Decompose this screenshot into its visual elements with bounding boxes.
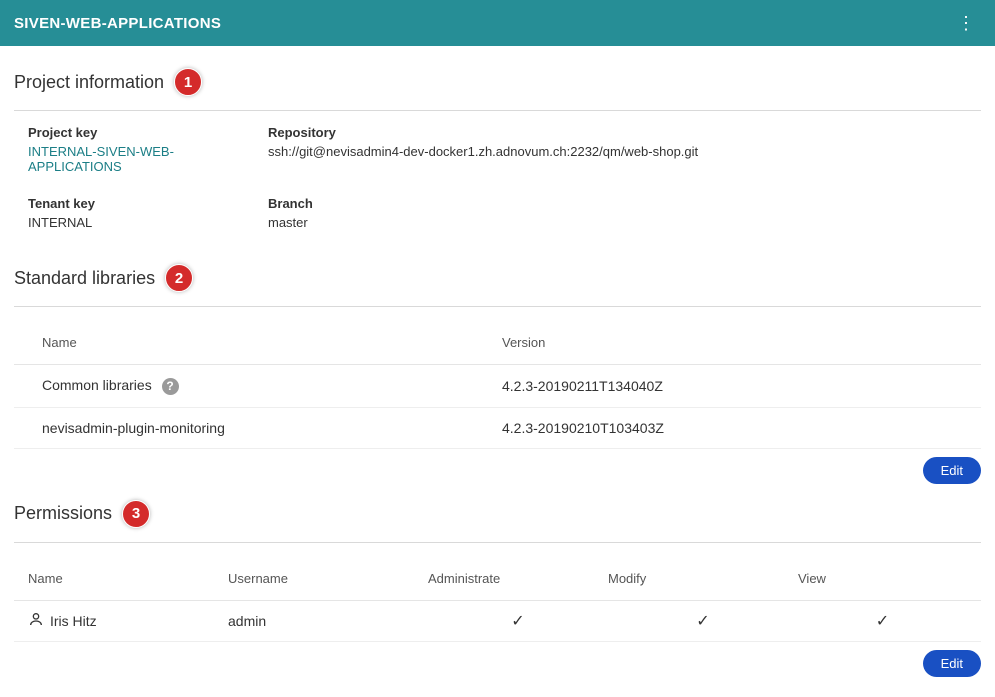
repository-label: Repository: [268, 125, 967, 140]
permissions-col-view: View: [798, 571, 967, 586]
tenant-key-label: Tenant key: [28, 196, 248, 211]
permission-modify-cell: ✓: [608, 611, 798, 631]
annotation-badge-1: 1: [174, 68, 202, 96]
edit-button[interactable]: Edit: [923, 650, 981, 677]
divider: [14, 306, 981, 307]
check-icon: ✓: [696, 613, 709, 630]
project-info-heading: Project information: [14, 72, 164, 93]
main-content: Project information 1 Project key INTERN…: [0, 68, 995, 697]
app-header: SIVEN-WEB-APPLICATIONS ⋮: [0, 0, 995, 46]
library-name: Common libraries: [42, 377, 152, 393]
person-icon: [28, 611, 44, 630]
annotation-badge-2: 2: [165, 264, 193, 292]
more-menu-icon[interactable]: ⋮: [953, 10, 979, 36]
check-icon: ✓: [511, 613, 524, 630]
library-name-cell: nevisadmin-plugin-monitoring: [42, 420, 502, 436]
permissions-heading: Permissions: [14, 503, 112, 524]
project-info-heading-row: Project information 1: [14, 68, 981, 96]
header-title: SIVEN-WEB-APPLICATIONS: [14, 15, 221, 32]
library-name-cell: Common libraries ?: [42, 377, 502, 395]
edit-button[interactable]: Edit: [923, 457, 981, 484]
permissions-col-modify: Modify: [608, 571, 798, 586]
libraries-col-version: Version: [502, 335, 953, 350]
check-icon: ✓: [876, 613, 889, 630]
project-key-field: Project key INTERNAL-SIVEN-WEB-APPLICATI…: [28, 125, 248, 174]
permission-name-cell: Iris Hitz: [28, 611, 228, 630]
library-name: nevisadmin-plugin-monitoring: [42, 420, 225, 436]
branch-label: Branch: [268, 196, 967, 211]
libraries-table-header: Name Version: [14, 321, 981, 365]
table-row: Common libraries ? 4.2.3-20190211T134040…: [14, 365, 981, 408]
branch-field: Branch master: [268, 196, 967, 230]
divider: [14, 110, 981, 111]
table-row: Iris Hitz admin ✓ ✓ ✓: [14, 601, 981, 642]
project-key-value[interactable]: INTERNAL-SIVEN-WEB-APPLICATIONS: [28, 144, 248, 174]
permission-view-cell: ✓: [798, 611, 967, 631]
table-row: nevisadmin-plugin-monitoring 4.2.3-20190…: [14, 408, 981, 449]
permissions-heading-row: Permissions 3: [14, 500, 981, 528]
libraries-edit-row: Edit: [14, 449, 981, 484]
help-icon[interactable]: ?: [162, 378, 179, 395]
branch-value: master: [268, 215, 967, 230]
tenant-key-value: INTERNAL: [28, 215, 248, 230]
annotation-badge-3: 3: [122, 500, 150, 528]
project-key-label: Project key: [28, 125, 248, 140]
permissions-col-administrate: Administrate: [428, 571, 608, 586]
permission-username-cell: admin: [228, 613, 428, 629]
permission-name: Iris Hitz: [50, 613, 97, 629]
repository-value: ssh://git@nevisadmin4-dev-docker1.zh.adn…: [268, 144, 967, 159]
divider: [14, 542, 981, 543]
libraries-heading: Standard libraries: [14, 268, 155, 289]
libraries-heading-row: Standard libraries 2: [14, 264, 981, 292]
repository-field: Repository ssh://git@nevisadmin4-dev-doc…: [268, 125, 967, 174]
permission-admin-cell: ✓: [428, 611, 608, 631]
permissions-col-username: Username: [228, 571, 428, 586]
libraries-col-name: Name: [42, 335, 502, 350]
library-version-cell: 4.2.3-20190210T103403Z: [502, 420, 953, 436]
permissions-edit-row: Edit: [14, 642, 981, 677]
permissions-col-name: Name: [28, 571, 228, 586]
tenant-key-field: Tenant key INTERNAL: [28, 196, 248, 230]
project-info-grid: Project key INTERNAL-SIVEN-WEB-APPLICATI…: [14, 125, 981, 230]
permissions-table-header: Name Username Administrate Modify View: [14, 557, 981, 601]
library-version-cell: 4.2.3-20190211T134040Z: [502, 378, 953, 394]
